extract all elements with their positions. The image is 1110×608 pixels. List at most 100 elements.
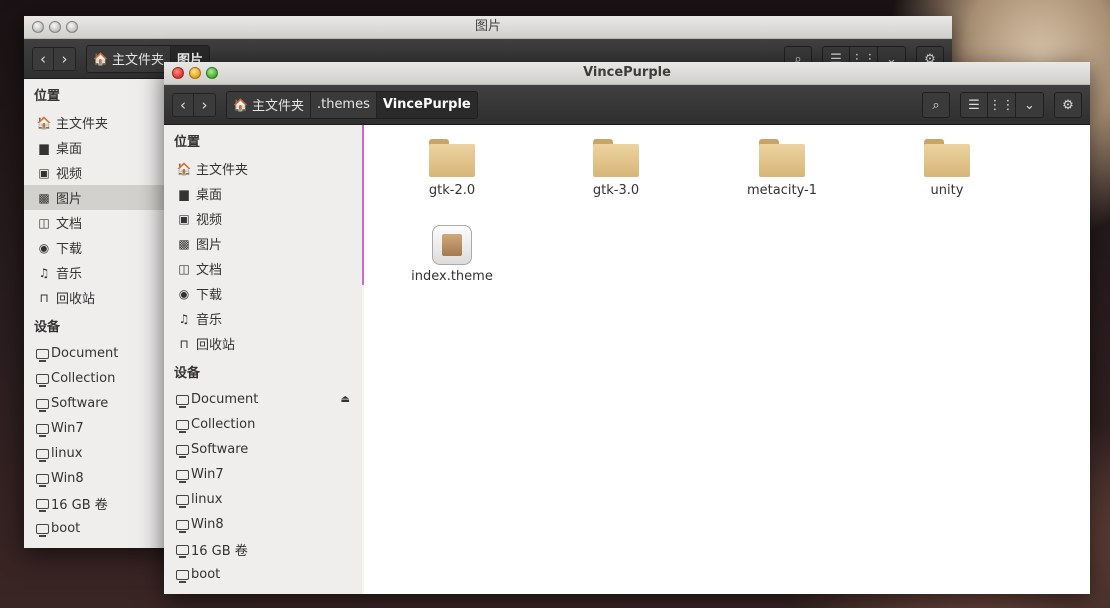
- file-view: gtk-2.0 gtk-3.0 metacity-1 unity index.t…: [364, 125, 1090, 594]
- front-sidebar: 位置 🏠 主文件夹 ▆ 桌面 ▣ 视频 ▩ 图片 ◫ 文档 ◉ 下载 ♫ 音乐 ⊓ 回收站 设备…: [164, 125, 362, 594]
- folder-icon: [759, 139, 805, 177]
- search-icon: ⌕: [932, 97, 940, 113]
- search-button[interactable]: ⌕: [922, 92, 950, 118]
- sidebar-item-videos[interactable]: ▣ 视频: [164, 206, 362, 231]
- drive-icon: [36, 448, 49, 462]
- minimize-button[interactable]: [49, 21, 61, 33]
- music-icon: ♫: [38, 265, 50, 280]
- file-name: unity: [930, 183, 964, 198]
- folder-item[interactable]: unity: [887, 139, 1007, 198]
- folder-icon: [924, 139, 970, 177]
- sidebar-item-desktop[interactable]: ▆ 桌面: [164, 181, 362, 206]
- drive-icon: [176, 444, 189, 458]
- sidebar-device-software[interactable]: Software: [164, 437, 362, 462]
- places-header: 位置: [174, 135, 201, 150]
- front-toolbar: ‹ › 🏠 主文件夹 .themes VincePurple ⌕ ☰ ⋮⋮ ⌄ ⚙: [164, 85, 1090, 125]
- gear-icon: ⚙: [1062, 97, 1074, 113]
- eject-icon[interactable]: ⏏: [341, 394, 350, 405]
- toolbar-right: ⌕ ☰ ⋮⋮ ⌄ ⚙: [922, 92, 1082, 118]
- back-icon: ‹: [40, 49, 46, 68]
- forward-icon: ›: [61, 49, 68, 68]
- home-icon: 🏠: [233, 97, 248, 112]
- sidebar-device-document[interactable]: Document ⏏: [164, 387, 362, 412]
- sidebar-device-win7[interactable]: Win7: [164, 462, 362, 487]
- forward-button[interactable]: ›: [194, 92, 216, 117]
- file-item[interactable]: index.theme: [392, 225, 512, 284]
- theme-file-icon: [432, 225, 472, 265]
- back-button[interactable]: ‹: [172, 92, 194, 117]
- forward-icon: ›: [201, 95, 208, 114]
- maximize-button[interactable]: [206, 67, 218, 79]
- drive-icon: [36, 398, 49, 412]
- minimize-button[interactable]: [189, 67, 201, 79]
- pictures-icon: ▩: [178, 236, 190, 251]
- breadcrumb: 🏠 主文件夹 .themes VincePurple: [226, 90, 478, 119]
- front-window: VincePurple ‹ › 🏠 主文件夹 .themes VincePurpl…: [164, 62, 1090, 594]
- sidebar-device-16gb[interactable]: 16 GB 卷: [164, 537, 362, 562]
- desktop-icon: ▆: [39, 140, 49, 155]
- trash-icon: ⊓: [39, 290, 49, 305]
- nav-buttons: ‹ ›: [32, 46, 76, 71]
- sidebar-device-boot[interactable]: boot: [164, 562, 362, 587]
- drive-icon: [176, 394, 189, 408]
- chevron-down-icon: ⌄: [1024, 97, 1035, 113]
- crumb-vincepurple[interactable]: VincePurple: [376, 91, 477, 118]
- file-name: metacity-1: [746, 183, 817, 198]
- sidebar-item-pictures[interactable]: ▩ 图片: [164, 231, 362, 256]
- close-button[interactable]: [172, 67, 184, 79]
- drive-icon: [36, 473, 49, 487]
- window-controls: [32, 21, 78, 33]
- sidebar-item-downloads[interactable]: ◉ 下载: [164, 281, 362, 306]
- drive-icon: [36, 423, 49, 437]
- drive-icon: [176, 519, 189, 533]
- video-icon: ▣: [38, 165, 50, 180]
- grid-view-button[interactable]: ⋮⋮: [988, 92, 1016, 118]
- list-view-icon: ☰: [968, 97, 980, 113]
- sidebar-device-linux[interactable]: linux: [164, 487, 362, 512]
- back-window-titlebar[interactable]: 图片: [24, 16, 952, 39]
- home-icon: 🏠: [176, 161, 192, 176]
- desktop-icon: ▆: [179, 186, 189, 201]
- folder-item[interactable]: gtk-3.0: [556, 139, 676, 198]
- file-name: index.theme: [411, 269, 493, 284]
- folder-icon: [429, 139, 475, 177]
- file-name: gtk-2.0: [428, 183, 476, 198]
- list-view-button[interactable]: ☰: [960, 92, 988, 118]
- back-button[interactable]: ‹: [32, 46, 54, 71]
- folder-item[interactable]: metacity-1: [722, 139, 842, 198]
- folder-item[interactable]: gtk-2.0: [392, 139, 512, 198]
- drive-icon: [36, 498, 49, 512]
- back-icon: ‹: [180, 95, 186, 114]
- drive-icon: [176, 544, 189, 558]
- view-options-button[interactable]: ⌄: [1016, 92, 1044, 118]
- crumb-themes[interactable]: .themes: [310, 91, 377, 118]
- drive-icon: [36, 523, 49, 537]
- close-button[interactable]: [32, 21, 44, 33]
- maximize-button[interactable]: [66, 21, 78, 33]
- window-title: 图片: [474, 19, 501, 34]
- crumb-home[interactable]: 🏠 主文件夹: [87, 45, 171, 72]
- drive-icon: [176, 569, 189, 583]
- settings-button[interactable]: ⚙: [1054, 92, 1082, 118]
- nav-buttons: ‹ ›: [172, 92, 216, 117]
- front-window-titlebar[interactable]: VincePurple: [164, 62, 1090, 85]
- music-icon: ♫: [178, 311, 190, 326]
- forward-button[interactable]: ›: [54, 46, 76, 71]
- sidebar-device-collection[interactable]: Collection: [164, 412, 362, 437]
- video-icon: ▣: [178, 211, 190, 226]
- window-title: VincePurple: [583, 65, 671, 80]
- home-icon: 🏠: [93, 51, 108, 66]
- sidebar-item-home[interactable]: 🏠 主文件夹: [164, 156, 362, 181]
- crumb-home[interactable]: 🏠 主文件夹: [227, 91, 311, 118]
- sidebar-item-trash[interactable]: ⊓ 回收站: [164, 331, 362, 356]
- folder-icon: [593, 139, 639, 177]
- drive-icon: [176, 494, 189, 508]
- sidebar-device-win8[interactable]: Win8: [164, 512, 362, 537]
- sidebar-item-documents[interactable]: ◫ 文档: [164, 256, 362, 281]
- trash-icon: ⊓: [179, 336, 189, 351]
- window-controls: [172, 67, 218, 79]
- sidebar-item-music[interactable]: ♫ 音乐: [164, 306, 362, 331]
- home-icon: 🏠: [36, 115, 52, 130]
- drive-icon: [36, 348, 49, 362]
- devices-header: 设备: [174, 366, 201, 381]
